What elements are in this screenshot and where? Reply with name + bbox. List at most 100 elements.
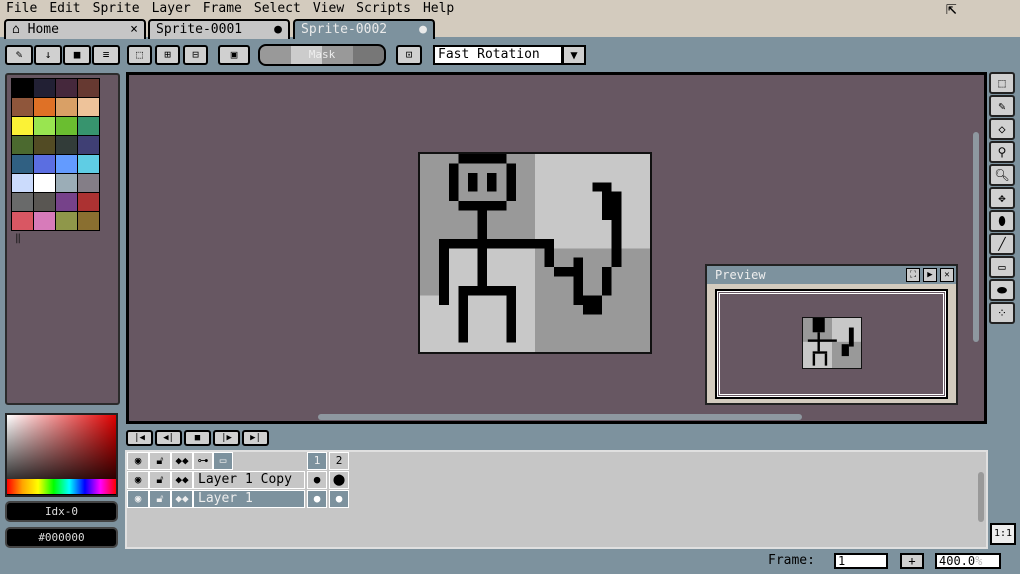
palette-swatch[interactable] bbox=[34, 193, 55, 211]
palette-swatch[interactable] bbox=[56, 117, 77, 135]
palette-swatch[interactable] bbox=[78, 136, 99, 154]
add-frame-button[interactable]: + bbox=[900, 553, 924, 569]
zoom-tool[interactable]: 🔍︎ bbox=[989, 164, 1015, 186]
pencil-mode-button[interactable]: ✎ bbox=[5, 45, 33, 65]
palette-swatch[interactable] bbox=[78, 117, 99, 135]
lock-icon[interactable]: 🔓︎ bbox=[149, 490, 171, 508]
play-icon[interactable]: ▶ bbox=[923, 268, 937, 282]
menu-sprite[interactable]: Sprite bbox=[87, 0, 146, 18]
zoom-input[interactable]: 400.0% bbox=[935, 553, 1001, 569]
horizontal-scrollbar[interactable] bbox=[318, 414, 802, 420]
menu-scripts[interactable]: Scripts bbox=[350, 0, 417, 18]
timeline-scrollbar[interactable] bbox=[978, 472, 984, 522]
modified-dot-icon[interactable]: ● bbox=[274, 21, 282, 38]
close-icon[interactable]: ✕ bbox=[940, 268, 954, 282]
continuous-header-icon[interactable]: ◆◆ bbox=[171, 452, 193, 470]
close-icon[interactable]: × bbox=[130, 21, 138, 38]
menu-layer[interactable]: Layer bbox=[146, 0, 197, 18]
palette-swatch[interactable] bbox=[12, 98, 33, 116]
menu-edit[interactable]: Edit bbox=[43, 0, 86, 18]
eye-icon[interactable]: ◉ bbox=[127, 490, 149, 508]
selection-replace-button[interactable]: ⬚ bbox=[127, 45, 152, 65]
tab-sprite-0001[interactable]: Sprite-0001 ● bbox=[148, 19, 290, 39]
palette-swatch[interactable] bbox=[78, 98, 99, 116]
layer-group-icon[interactable]: ▭ bbox=[213, 452, 233, 470]
palette-swatch[interactable] bbox=[34, 174, 55, 192]
frame-input[interactable]: 1 bbox=[834, 553, 888, 569]
fill-square-button[interactable]: ■ bbox=[63, 45, 91, 65]
hue-slider[interactable] bbox=[7, 479, 116, 494]
palette-swatch[interactable] bbox=[12, 193, 33, 211]
contour-tool[interactable]: ⬬ bbox=[989, 279, 1015, 301]
palette-swatch[interactable] bbox=[56, 174, 77, 192]
palette-swatch[interactable] bbox=[12, 174, 33, 192]
palette-swatch[interactable] bbox=[34, 212, 55, 230]
palette-swatch[interactable] bbox=[78, 174, 99, 192]
first-frame-button[interactable]: |◀ bbox=[126, 430, 153, 446]
rotation-algorithm-select[interactable]: Fast Rotation bbox=[433, 45, 563, 65]
pivot-button[interactable]: ⊡ bbox=[396, 45, 422, 65]
palette-swatch[interactable] bbox=[56, 155, 77, 173]
lock-header-icon[interactable]: 🔓︎ bbox=[149, 452, 171, 470]
menu-frame[interactable]: Frame bbox=[197, 0, 248, 18]
continuous-icon[interactable]: ◆◆ bbox=[171, 490, 193, 508]
rectangle-tool[interactable]: ▭ bbox=[989, 256, 1015, 278]
frame-header-2[interactable]: 2 bbox=[329, 452, 349, 470]
spray-tool[interactable]: ⁘ bbox=[989, 302, 1015, 324]
palette-swatch[interactable] bbox=[78, 79, 99, 97]
palette-swatch[interactable] bbox=[56, 98, 77, 116]
next-frame-button[interactable]: |▶ bbox=[213, 430, 240, 446]
menu-lines-button[interactable]: ≡ bbox=[92, 45, 120, 65]
pencil-tool[interactable]: ✎ bbox=[989, 95, 1015, 117]
color-index-field[interactable]: Idx-0 bbox=[5, 501, 118, 522]
selection-add-button[interactable]: ⊞ bbox=[155, 45, 180, 65]
menu-file[interactable]: File bbox=[0, 0, 43, 18]
selection-intersect-button[interactable]: ▣ bbox=[218, 45, 250, 65]
fullscreen-icon[interactable]: ⛶ bbox=[906, 268, 920, 282]
sprite-canvas[interactable] bbox=[418, 152, 652, 354]
eye-icon[interactable]: ◉ bbox=[127, 471, 149, 489]
layer-tree-icon[interactable]: ⊶ bbox=[193, 452, 213, 470]
lock-icon[interactable]: 🔓︎ bbox=[149, 471, 171, 489]
palette-swatch[interactable] bbox=[34, 98, 55, 116]
mask-color-button[interactable]: Mask bbox=[258, 44, 386, 66]
tab-home[interactable]: ⌂ Home × bbox=[4, 19, 146, 39]
palette-swatch[interactable] bbox=[56, 212, 77, 230]
layer-name[interactable]: Layer 1 Copy bbox=[193, 471, 305, 489]
palette-swatch[interactable] bbox=[34, 79, 55, 97]
palette-swatch[interactable] bbox=[12, 212, 33, 230]
palette-swatch[interactable] bbox=[56, 193, 77, 211]
palette-swatch[interactable] bbox=[12, 155, 33, 173]
cel-icon[interactable]: ● bbox=[329, 490, 349, 508]
preview-title-bar[interactable]: Preview ⛶ ▶ ✕ bbox=[707, 266, 956, 284]
cel-icon[interactable]: ● bbox=[307, 490, 327, 508]
paint-bucket-tool[interactable]: ⬮ bbox=[989, 210, 1015, 232]
move-tool[interactable]: ✥ bbox=[989, 187, 1015, 209]
palette-resize-handle[interactable]: ‖ bbox=[15, 233, 21, 244]
cel-empty-icon[interactable]: ● bbox=[307, 471, 327, 489]
stop-button[interactable]: ■ bbox=[184, 430, 211, 446]
chevron-down-icon[interactable]: ▼ bbox=[562, 45, 586, 65]
palette-swatch[interactable] bbox=[34, 117, 55, 135]
palette-swatch[interactable] bbox=[34, 136, 55, 154]
zoom-one-to-one-button[interactable]: 1:1 bbox=[990, 523, 1016, 545]
palette-swatch[interactable] bbox=[12, 136, 33, 154]
palette-swatch[interactable] bbox=[78, 212, 99, 230]
layer-name-selected[interactable]: Layer 1 bbox=[193, 490, 305, 508]
palette-swatch[interactable] bbox=[56, 136, 77, 154]
menu-select[interactable]: Select bbox=[248, 0, 307, 18]
tab-sprite-0002[interactable]: Sprite-0002 ● bbox=[293, 19, 435, 39]
palette-swatch[interactable] bbox=[34, 155, 55, 173]
color-hex-field[interactable]: #000000 bbox=[5, 527, 118, 548]
menu-help[interactable]: Help bbox=[417, 0, 460, 18]
palette-swatch[interactable] bbox=[12, 117, 33, 135]
palette-swatch[interactable] bbox=[78, 193, 99, 211]
vertical-scrollbar[interactable] bbox=[973, 132, 979, 342]
palette-swatch[interactable] bbox=[56, 79, 77, 97]
line-tool[interactable]: ╱ bbox=[989, 233, 1015, 255]
cel-filled-icon[interactable]: ⬤ bbox=[329, 471, 349, 489]
modified-dot-icon[interactable]: ● bbox=[419, 21, 427, 38]
frame-header-1[interactable]: 1 bbox=[307, 452, 327, 470]
continuous-icon[interactable]: ◆◆ bbox=[171, 471, 193, 489]
selection-subtract-button[interactable]: ⊟ bbox=[183, 45, 208, 65]
